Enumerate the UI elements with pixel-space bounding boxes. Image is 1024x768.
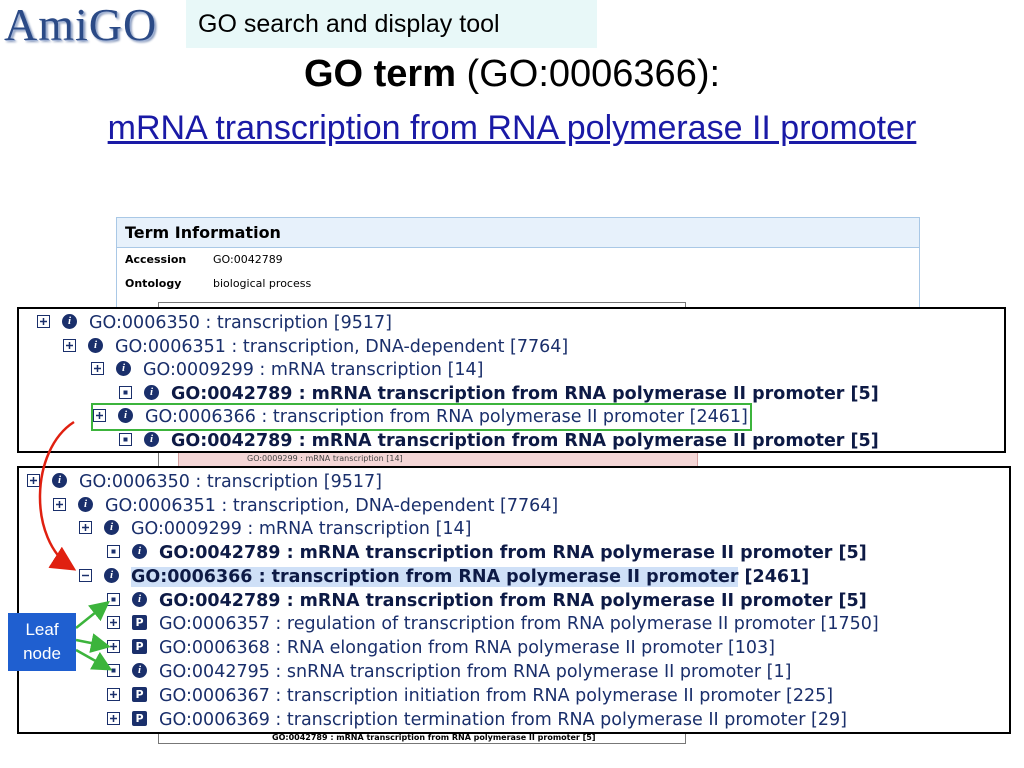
term-label[interactable]: GO:0042795 : snRNA transcription from RN… — [159, 662, 791, 682]
is-a-relation-icon: i — [144, 431, 159, 447]
term-label[interactable]: GO:0006367 : transcription initiation fr… — [159, 686, 833, 706]
top-tree-row[interactable]: i GO:0042789 : mRNA transcription from RN… — [119, 382, 879, 406]
is-a-relation-icon: i — [62, 313, 77, 329]
leaf-toggle-icon — [119, 432, 132, 446]
is-a-relation-icon: i — [104, 519, 119, 535]
is-a-relation-icon: i — [132, 543, 147, 559]
accession-key: Accession — [125, 253, 187, 266]
term-label[interactable]: GO:0042789 : mRNA transcription from RNA… — [171, 384, 879, 404]
bottom-tree-row[interactable]: i GO:0042795 : snRNA transcription from R… — [107, 660, 791, 684]
leaf-toggle-icon — [107, 663, 120, 677]
term-label[interactable]: GO:0006357 : regulation of transcription… — [159, 614, 879, 634]
bottom-tree-row[interactable]: i GO:0006350 : transcription [9517] — [27, 470, 382, 494]
term-label[interactable]: GO:0006351 : transcription, DNA-dependen… — [115, 337, 568, 357]
title-bold: GO term — [303, 53, 456, 95]
bottom-tree-row[interactable]: i GO:0006351 : transcription, DNA-depende… — [53, 494, 558, 518]
is-a-relation-icon: i — [116, 360, 131, 376]
expand-toggle-icon[interactable] — [37, 314, 50, 328]
bottom-tree-row[interactable]: i GO:0042789 : mRNA transcription from RN… — [107, 589, 867, 613]
term-name-link[interactable]: mRNA transcription from RNA polymerase I… — [70, 104, 954, 152]
term-label[interactable]: GO:0006350 : transcription [9517] — [79, 472, 382, 492]
bottom-tree-row[interactable]: P GO:0006368 : RNA elongation from RNA po… — [107, 636, 775, 660]
is-a-relation-icon: i — [104, 567, 119, 583]
expand-toggle-icon[interactable] — [63, 338, 76, 352]
term-count: [2461] — [738, 567, 810, 587]
term-label[interactable]: GO:0006368 : RNA elongation from RNA pol… — [159, 638, 775, 658]
leaf-toggle-icon — [107, 592, 120, 606]
bottom-tree-row[interactable]: i GO:0042789 : mRNA transcription from RN… — [107, 541, 867, 565]
top-tree-row[interactable]: i GO:0042789 : mRNA transcription from RN… — [119, 429, 879, 451]
part-of-relation-icon: P — [132, 710, 147, 726]
leaf-toggle-icon — [119, 385, 132, 399]
term-label[interactable]: GO:0009299 : mRNA transcription [14] — [131, 519, 472, 539]
part-of-relation-icon: P — [132, 614, 147, 630]
term-label[interactable]: GO:0006369 : transcription termination f… — [159, 710, 847, 730]
is-a-relation-icon: i — [118, 407, 133, 423]
subtitle-banner: GO search and display tool — [186, 0, 597, 48]
term-label[interactable]: GO:0006366 : transcription from RNA poly… — [145, 407, 748, 427]
ontology-row: Ontology biological process — [117, 272, 919, 296]
bottom-tree-row[interactable]: i GO:0009299 : mRNA transcription [14] — [79, 517, 472, 541]
leaf-toggle-icon — [107, 544, 120, 558]
term-label[interactable]: GO:0006350 : transcription [9517] — [89, 313, 392, 333]
top-tree-row[interactable]: i GO:0006366 : transcription from RNA pol… — [91, 403, 752, 431]
is-a-relation-icon: i — [88, 337, 103, 353]
ontology-value: biological process — [213, 277, 312, 290]
leaf-node-callout: Leaf node — [8, 613, 76, 671]
top-tree-row[interactable]: i GO:0009299 : mRNA transcription [14] — [91, 358, 484, 382]
expand-toggle-icon[interactable] — [79, 520, 92, 534]
is-a-relation-icon: i — [78, 496, 93, 512]
leaf-label-line2: node — [23, 644, 61, 663]
part-of-relation-icon: P — [132, 686, 147, 702]
ontology-key: Ontology — [125, 277, 182, 290]
is-a-relation-icon: i — [132, 591, 147, 607]
term-label[interactable]: GO:0009299 : mRNA transcription [14] — [143, 360, 484, 380]
term-label[interactable]: GO:0042789 : mRNA transcription from RNA… — [159, 543, 867, 563]
top-tree-row[interactable]: i GO:0006350 : transcription [9517] — [37, 311, 392, 335]
term-label[interactable]: GO:0042789 : mRNA transcription from RNA… — [159, 591, 867, 611]
accession-value: GO:0042789 — [213, 253, 283, 266]
subtitle-text: GO search and display tool — [198, 10, 500, 38]
is-a-relation-icon: i — [52, 472, 67, 488]
expand-toggle-icon[interactable] — [107, 639, 120, 653]
is-a-relation-icon: i — [132, 662, 147, 678]
amigo-logo: AmiGO — [4, 0, 158, 50]
leaf-label-line1: Leaf — [25, 620, 59, 639]
collapse-toggle-icon[interactable] — [79, 568, 92, 582]
expand-toggle-icon[interactable] — [107, 615, 120, 629]
part-of-relation-icon: P — [132, 638, 147, 654]
term-label[interactable]: GO:0006351 : transcription, DNA-dependen… — [105, 496, 558, 516]
expand-toggle-icon[interactable] — [53, 497, 66, 511]
bottom-tree-row[interactable]: P GO:0006357 : regulation of transcriptio… — [107, 612, 879, 636]
page-title: GO term (GO:0006366): — [0, 52, 1024, 96]
bottom-tree-row[interactable]: i GO:0006366 : transcription from RNA pol… — [79, 565, 809, 589]
expand-toggle-icon[interactable] — [93, 408, 106, 422]
top-tree-panel: i GO:0006350 : transcription [9517] i GO:00… — [17, 307, 1006, 453]
term-label[interactable]: GO:0006366 : transcription from RNA poly… — [131, 567, 739, 587]
expand-toggle-icon[interactable] — [107, 711, 120, 725]
is-a-relation-icon: i — [144, 384, 159, 400]
accession-row: Accession GO:0042789 — [117, 248, 919, 272]
top-tree-row[interactable]: i GO:0006351 : transcription, DNA-depende… — [63, 335, 568, 359]
expand-toggle-icon[interactable] — [107, 687, 120, 701]
title-id: (GO:0006366): — [456, 53, 721, 95]
bottom-tree-row[interactable]: P GO:0006367 : transcription initiation f… — [107, 684, 833, 708]
bottom-tree-row[interactable]: P GO:0006369 : transcription termination … — [107, 708, 847, 732]
expand-toggle-icon[interactable] — [91, 361, 104, 375]
term-label[interactable]: GO:0042789 : mRNA transcription from RNA… — [171, 431, 879, 451]
expand-toggle-icon[interactable] — [27, 473, 40, 487]
term-information-heading: Term Information — [117, 218, 919, 248]
bottom-tree-panel: i GO:0006350 : transcription [9517] i GO:00… — [17, 466, 1011, 734]
